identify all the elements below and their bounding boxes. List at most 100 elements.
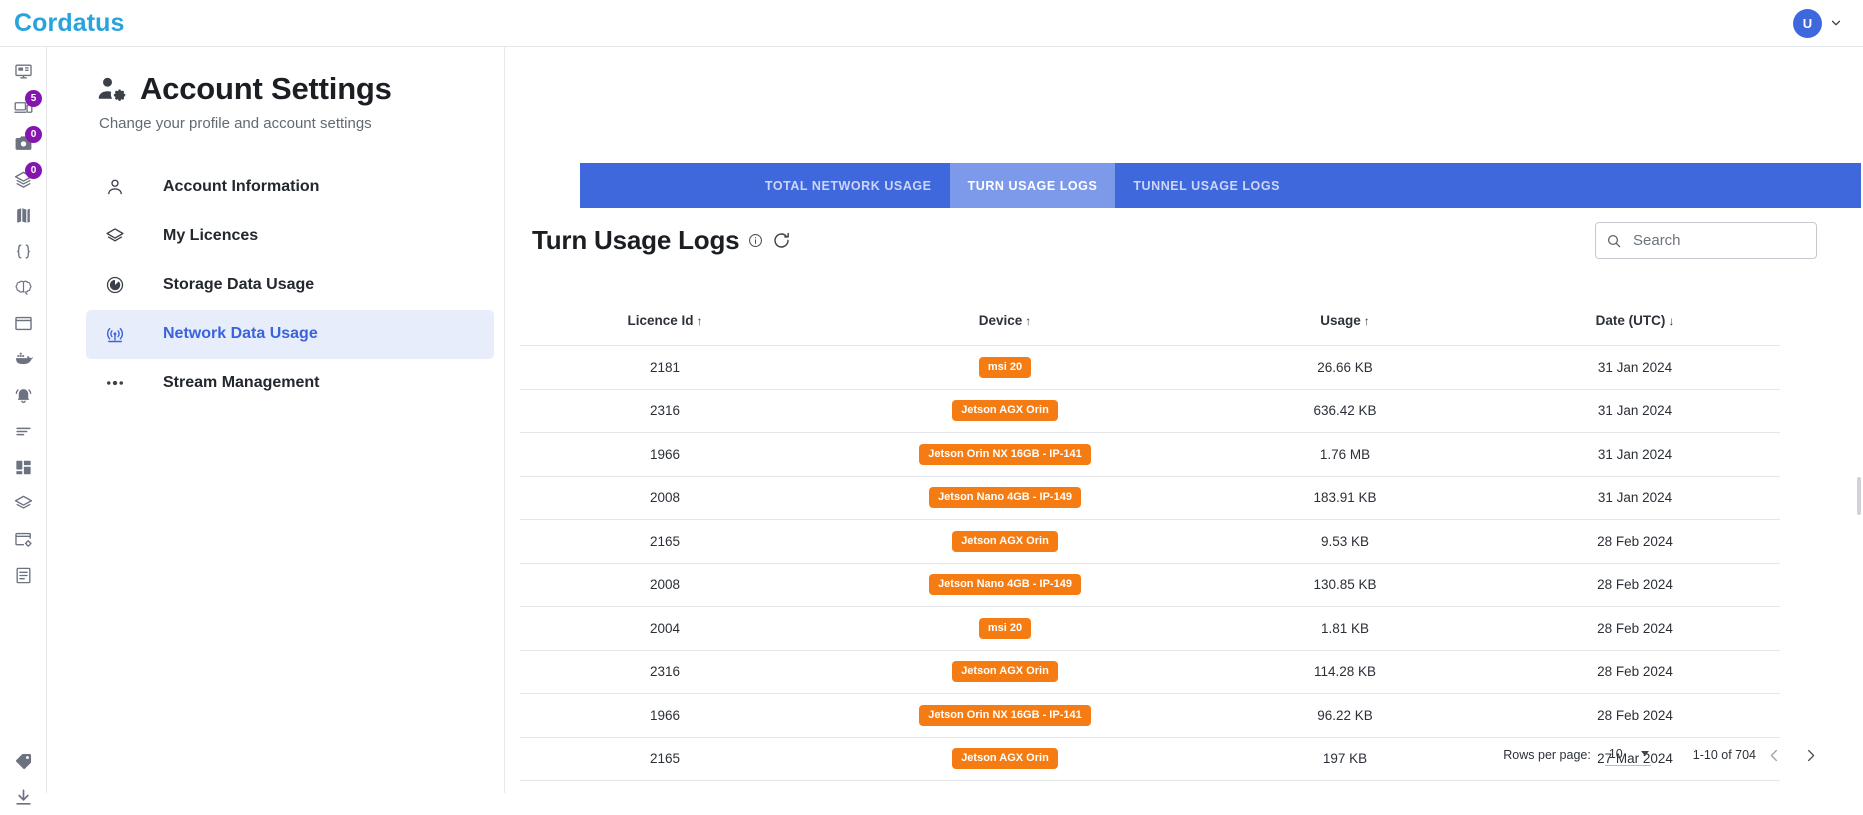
rows-per-page-select[interactable]: 10 <box>1604 745 1651 766</box>
cell-licence-id: 2008 <box>520 563 810 607</box>
rail-item-monitor-desktop[interactable] <box>0 53 47 89</box>
scrollbar-thumb[interactable] <box>1857 477 1861 515</box>
icon-rail: 5 0 0 <box>0 47 47 805</box>
column-header-device[interactable]: Device ↑ <box>810 312 1200 346</box>
panel-title-wrap: Turn Usage Logs <box>532 225 791 256</box>
rail-item-camera[interactable]: 0 <box>0 125 47 161</box>
rail-item-document[interactable] <box>0 557 47 593</box>
rail-item-window-settings[interactable] <box>0 521 47 557</box>
device-chip: msi 20 <box>978 356 1032 378</box>
sidebar-item-label: My Licences <box>163 227 259 245</box>
table-row[interactable]: 1966 Jetson Orin NX 16GB - IP-141 1.76 M… <box>520 432 1780 477</box>
column-header-label: Licence Id <box>627 313 694 328</box>
rail-item-devices[interactable]: 5 <box>0 89 47 125</box>
cell-usage: 1.76 MB <box>1200 432 1490 477</box>
search-input[interactable] <box>1631 231 1806 250</box>
panel-header: Turn Usage Logs <box>506 217 1863 279</box>
previous-page-button[interactable] <box>1756 737 1792 773</box>
column-header-label: Usage <box>1320 313 1361 328</box>
rail-badge-camera: 0 <box>25 126 42 143</box>
app-brand[interactable]: Cordatus <box>14 10 125 36</box>
cell-date: 28 Feb 2024 <box>1490 606 1780 651</box>
table-head: Licence Id ↑ Device ↑ Usage ↑ Date (UTC) ↓ <box>520 312 1780 346</box>
sidebar-item-storage-data-usage[interactable]: Storage Data Usage <box>86 261 494 310</box>
person-icon <box>105 177 127 197</box>
usage-logs-table: Licence Id ↑ Device ↑ Usage ↑ Date (UTC) ↓ <box>520 312 1780 781</box>
sidebar-item-network-data-usage[interactable]: Network Data Usage <box>86 309 494 359</box>
settings-column: Account Settings Change your profile and… <box>47 47 505 793</box>
account-settings-icon <box>97 74 127 104</box>
column-header-usage[interactable]: Usage ↑ <box>1200 312 1490 346</box>
cell-device: Jetson Orin NX 16GB - IP-141 <box>810 432 1200 477</box>
cell-usage: 114.28 KB <box>1200 650 1490 694</box>
cell-usage: 26.66 KB <box>1200 345 1490 390</box>
sort-arrow-icon: ↓ <box>1668 314 1675 328</box>
info-circle-icon[interactable] <box>748 233 763 248</box>
layers-icon <box>105 226 127 246</box>
device-chip: Jetson Nano 4GB - IP-149 <box>929 487 1081 509</box>
table-row[interactable]: 1966 Jetson Orin NX 16GB - IP-141 96.22 … <box>520 693 1780 738</box>
page-title: Account Settings <box>140 71 392 106</box>
column-header-licence-id[interactable]: Licence Id ↑ <box>520 312 810 346</box>
sidebar-item-label: Storage Data Usage <box>163 276 315 294</box>
table-row[interactable]: 2004 msi 20 1.81 KB 28 Feb 2024 <box>520 606 1780 651</box>
topbar-right-group: U <box>1793 8 1843 38</box>
sidebar-item-label: Stream Management <box>163 374 320 392</box>
cell-date: 28 Feb 2024 <box>1490 519 1780 564</box>
cell-licence-id: 2316 <box>520 389 810 433</box>
sort-arrow-icon: ↑ <box>1025 314 1032 328</box>
search-icon <box>1606 233 1622 249</box>
table-row[interactable]: 2316 Jetson AGX Orin 636.42 KB 31 Jan 20… <box>520 389 1780 433</box>
rail-item-list-lines[interactable] <box>0 413 47 449</box>
page-body: Account Settings Change your profile and… <box>47 47 1863 793</box>
tag-icon <box>14 752 33 771</box>
window-icon <box>14 314 33 333</box>
tab-total-network-usage[interactable]: TOTAL NETWORK USAGE <box>747 163 950 208</box>
cell-licence-id: 2181 <box>520 345 810 390</box>
device-chip: msi 20 <box>978 617 1032 639</box>
search-box[interactable] <box>1595 222 1817 259</box>
sidebar-item-stream-management[interactable]: Stream Management <box>86 359 494 408</box>
settings-nav: Account Information My Licences Storage … <box>47 163 504 408</box>
cell-device: msi 20 <box>810 345 1200 390</box>
refresh-icon[interactable] <box>772 231 791 250</box>
rail-item-window[interactable] <box>0 305 47 341</box>
sort-arrow-icon: ↑ <box>1363 314 1370 328</box>
avatar[interactable]: U <box>1793 8 1822 38</box>
page-title-row: Account Settings <box>97 71 504 106</box>
tab-tunnel-usage-logs[interactable]: TUNNEL USAGE LOGS <box>1115 163 1298 208</box>
rail-item-download[interactable] <box>0 779 47 815</box>
rail-item-brain[interactable] <box>0 269 47 305</box>
chevron-down-icon[interactable] <box>1829 16 1843 30</box>
table-row[interactable]: 2181 msi 20 26.66 KB 31 Jan 2024 <box>520 345 1780 390</box>
sidebar-item-account-information[interactable]: Account Information <box>86 163 494 212</box>
table-row[interactable]: 2316 Jetson AGX Orin 114.28 KB 28 Feb 20… <box>520 650 1780 694</box>
list-lines-icon <box>14 422 33 441</box>
rail-item-code-braces[interactable] <box>0 233 47 269</box>
rail-item-tag[interactable] <box>0 743 47 779</box>
rail-badge-devices: 5 <box>25 90 42 107</box>
table-row[interactable]: 2008 Jetson Nano 4GB - IP-149 183.91 KB … <box>520 476 1780 520</box>
next-page-button[interactable] <box>1792 737 1828 773</box>
table-row[interactable]: 2165 Jetson AGX Orin 9.53 KB 28 Feb 2024 <box>520 519 1780 564</box>
rail-item-bell[interactable] <box>0 377 47 413</box>
cell-date: 28 Feb 2024 <box>1490 563 1780 607</box>
table-row[interactable]: 2008 Jetson Nano 4GB - IP-149 130.85 KB … <box>520 563 1780 607</box>
tab-turn-usage-logs[interactable]: TURN USAGE LOGS <box>949 163 1116 208</box>
device-chip: Jetson Orin NX 16GB - IP-141 <box>919 443 1091 465</box>
rail-item-docker[interactable] <box>0 341 47 377</box>
tab-bar: TOTAL NETWORK USAGE TURN USAGE LOGS TUNN… <box>580 163 1861 208</box>
rail-item-layers[interactable]: 0 <box>0 161 47 197</box>
sidebar-item-my-licences[interactable]: My Licences <box>86 212 494 261</box>
rail-item-dashboard-grid[interactable] <box>0 449 47 485</box>
device-chip: Jetson Orin NX 16GB - IP-141 <box>919 704 1091 726</box>
window-settings-icon <box>14 530 33 549</box>
rail-item-stack[interactable] <box>0 485 47 521</box>
cell-usage: 9.53 KB <box>1200 519 1490 564</box>
rows-per-page-value: 10 <box>1608 746 1623 761</box>
column-header-date[interactable]: Date (UTC) ↓ <box>1490 312 1780 346</box>
cell-date: 28 Feb 2024 <box>1490 650 1780 694</box>
signal-broadcast-icon <box>105 324 127 344</box>
cell-date: 31 Jan 2024 <box>1490 389 1780 433</box>
rail-item-map[interactable] <box>0 197 47 233</box>
